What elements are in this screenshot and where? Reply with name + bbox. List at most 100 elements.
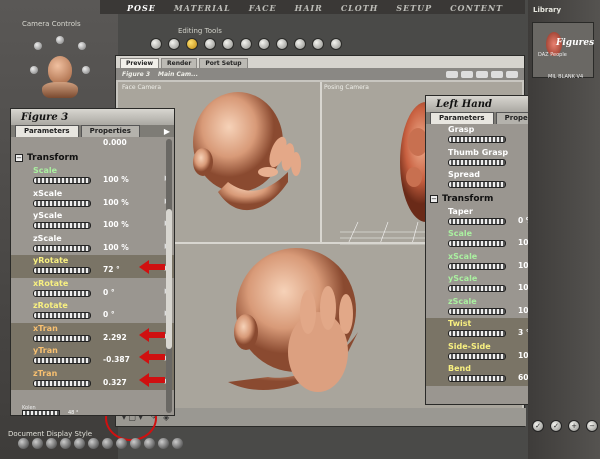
- display-style-icon[interactable]: [32, 438, 43, 449]
- param-row[interactable]: xTran2.292▶: [11, 322, 174, 345]
- library-box[interactable]: [532, 22, 594, 78]
- tab-material[interactable]: MATERIAL: [165, 2, 240, 14]
- tab-setup[interactable]: SETUP: [387, 2, 441, 14]
- collapse-icon[interactable]: −: [430, 194, 438, 203]
- param-value[interactable]: 72 °: [103, 265, 120, 274]
- param-row[interactable]: yRotate72 °▶: [11, 255, 174, 278]
- library-subcategory[interactable]: DAZ People: [538, 52, 567, 58]
- apply-check-icon[interactable]: ✓: [550, 420, 562, 432]
- document-tab-port-setup[interactable]: Port Setup: [199, 58, 248, 68]
- camera-rotate-icon[interactable]: [34, 42, 42, 50]
- param-dial[interactable]: [33, 312, 91, 319]
- tab-cloth[interactable]: CLOTH: [332, 2, 387, 14]
- param-row[interactable]: zRotate0 °▶: [11, 300, 174, 323]
- scale-tool-icon[interactable]: [204, 38, 216, 50]
- param-value[interactable]: 2.292: [103, 333, 127, 342]
- view-toggle-icon[interactable]: [491, 71, 503, 78]
- param-dial[interactable]: [33, 379, 91, 387]
- display-style-icon[interactable]: [172, 438, 183, 449]
- camera-move-icon[interactable]: [56, 36, 64, 44]
- camera-right-icon[interactable]: [82, 66, 90, 74]
- panel-tab-parameters[interactable]: Parameters: [15, 125, 79, 137]
- display-style-icon[interactable]: [158, 438, 169, 449]
- param-dial[interactable]: [33, 357, 91, 364]
- param-value[interactable]: 100 %: [103, 175, 129, 184]
- param-dial[interactable]: [448, 136, 506, 143]
- rotate-tool-icon[interactable]: [150, 38, 162, 50]
- document-tab-render[interactable]: Render: [161, 58, 198, 68]
- tab-face[interactable]: FACE: [240, 2, 286, 14]
- tab-content[interactable]: CONTENT: [441, 2, 512, 14]
- param-dial[interactable]: [33, 334, 91, 342]
- param-row[interactable]: zScale100 %▶: [11, 233, 174, 256]
- param-dial[interactable]: [33, 289, 91, 297]
- param-row[interactable]: zTran0.327▶: [11, 367, 174, 390]
- view-toggle-icon[interactable]: [461, 71, 473, 78]
- taper-tool-icon[interactable]: [222, 38, 234, 50]
- param-value[interactable]: -0.387: [103, 355, 130, 364]
- param-dial[interactable]: [448, 217, 506, 225]
- param-dial[interactable]: [448, 181, 506, 188]
- param-dial[interactable]: [448, 262, 506, 270]
- camera-left-icon[interactable]: [30, 66, 38, 74]
- direct-manipulation-icon[interactable]: [330, 38, 342, 50]
- param-dial[interactable]: [448, 307, 506, 315]
- param-value[interactable]: 100 %: [103, 198, 129, 207]
- tab-pose[interactable]: POSE: [118, 2, 165, 14]
- param-dial[interactable]: [33, 244, 91, 252]
- library-category[interactable]: Figures: [556, 38, 594, 48]
- param-value[interactable]: 0 °: [103, 310, 115, 319]
- viewport-divider-vertical[interactable]: [320, 82, 322, 242]
- view-magnifier-icon[interactable]: [294, 38, 306, 50]
- param-dial[interactable]: [448, 285, 506, 292]
- param-value[interactable]: 0.327: [103, 378, 127, 387]
- display-style-icon[interactable]: [130, 438, 141, 449]
- param-row[interactable]: xScale100 %▶: [11, 188, 174, 211]
- figure-scrollbar[interactable]: [166, 139, 172, 413]
- param-value[interactable]: 100 %: [103, 243, 129, 252]
- remove-icon[interactable]: −: [586, 420, 598, 432]
- camera-controls[interactable]: [30, 34, 90, 104]
- apply-check-icon[interactable]: ✓: [532, 420, 544, 432]
- color-tool-icon[interactable]: [258, 38, 270, 50]
- param-row[interactable]: xRotate0 °▶: [11, 278, 174, 301]
- figure-select[interactable]: Figure 3: [122, 71, 150, 78]
- panel-tab-parameters[interactable]: Parameters: [430, 112, 494, 124]
- display-style-icon[interactable]: [60, 438, 71, 449]
- param-dial[interactable]: [448, 330, 506, 337]
- library-item[interactable]: MIL BLANK V4: [548, 74, 583, 80]
- param-row[interactable]: Scale100 %▶: [11, 165, 174, 188]
- display-style-icon[interactable]: [116, 438, 127, 449]
- param-dial[interactable]: [448, 240, 506, 247]
- display-style-icon[interactable]: [74, 438, 85, 449]
- view-toggle-icon[interactable]: [476, 71, 488, 78]
- grouping-tool-icon[interactable]: [276, 38, 288, 50]
- param-dial[interactable]: [448, 375, 506, 382]
- add-icon[interactable]: +: [568, 420, 580, 432]
- display-style-icon[interactable]: [144, 438, 155, 449]
- param-row[interactable]: yTran-0.387▶: [11, 345, 174, 368]
- twist-tool-icon[interactable]: [168, 38, 180, 50]
- param-value[interactable]: 0 °: [103, 288, 115, 297]
- display-style-icon[interactable]: [88, 438, 99, 449]
- panel-tab-properties[interactable]: Properties: [80, 125, 140, 137]
- tab-hair[interactable]: HAIR: [286, 2, 332, 14]
- panel-menu-arrow-icon[interactable]: ▶: [164, 127, 170, 136]
- param-row[interactable]: yScale100 %▶: [11, 210, 174, 233]
- display-style-icon[interactable]: [18, 438, 29, 449]
- view-toggle-icon[interactable]: [446, 71, 458, 78]
- chain-break-tool-icon[interactable]: [240, 38, 252, 50]
- figure-scroll-thumb[interactable]: [166, 209, 172, 349]
- document-tab-preview[interactable]: Preview: [120, 58, 160, 68]
- param-dial[interactable]: [33, 267, 91, 274]
- param-dial[interactable]: [33, 199, 91, 207]
- param-dial[interactable]: [448, 158, 506, 166]
- collapse-icon[interactable]: −: [15, 154, 23, 162]
- camera-select[interactable]: Main Cam...: [158, 71, 198, 78]
- param-value[interactable]: 100 %: [103, 220, 129, 229]
- translate-tool-icon[interactable]: [186, 38, 198, 50]
- param-dial[interactable]: [448, 352, 506, 360]
- transform-section[interactable]: − Transform: [11, 151, 174, 165]
- display-style-icon[interactable]: [46, 438, 57, 449]
- small-dial[interactable]: [22, 410, 60, 416]
